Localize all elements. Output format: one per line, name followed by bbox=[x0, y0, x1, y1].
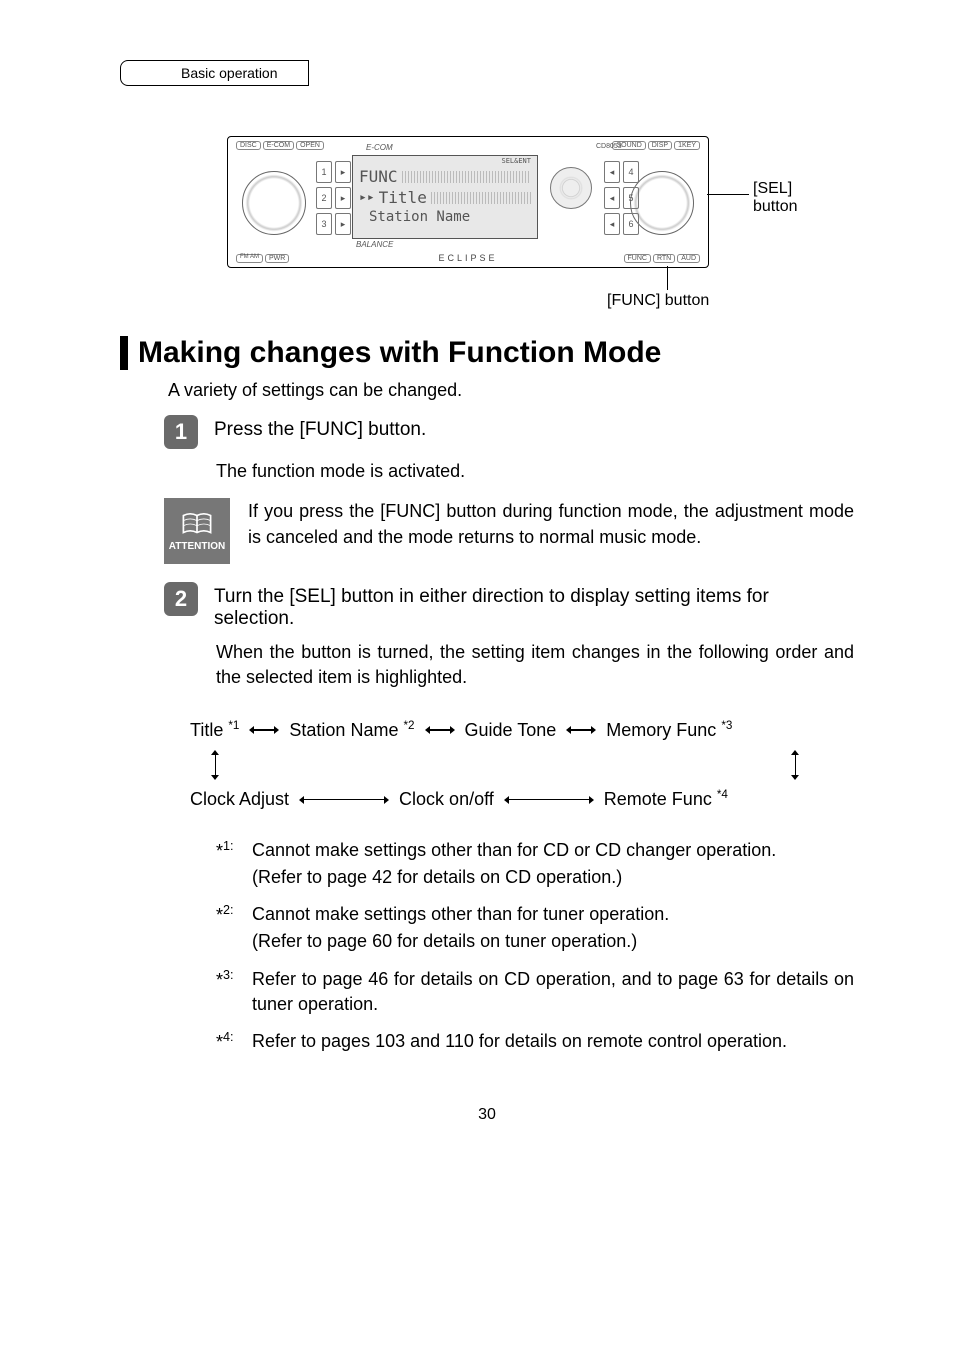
callout-line-icon bbox=[707, 194, 749, 195]
vertical-double-arrow-icon bbox=[790, 750, 800, 780]
screen-station-label: Station Name bbox=[369, 209, 470, 225]
vertical-double-arrow-icon bbox=[210, 750, 220, 780]
section-heading: Making changes with Function Mode bbox=[120, 336, 854, 370]
preset-6: 6 bbox=[623, 213, 639, 235]
double-arrow-icon bbox=[425, 725, 455, 735]
note-2-text-b: (Refer to page 60 for details on tuner o… bbox=[252, 929, 669, 954]
preset-5: 5 bbox=[623, 187, 639, 209]
right-knob-sel bbox=[630, 171, 694, 235]
attention-badge: ATTENTION bbox=[164, 498, 230, 564]
bottom-right-button-cluster: FUNC RTN AUD bbox=[624, 254, 701, 263]
func-button: FUNC bbox=[624, 254, 651, 263]
preset-2: 2 bbox=[316, 187, 332, 209]
flow-item-clock-adjust: Clock Adjust bbox=[190, 780, 289, 820]
flow-item-guide: Guide Tone bbox=[465, 711, 557, 751]
double-arrow-icon bbox=[566, 725, 596, 735]
attention-block: ATTENTION If you press the [FUNC] button… bbox=[164, 498, 854, 564]
preset-1: 1 bbox=[316, 161, 332, 183]
back-arrow-icon: ◂ bbox=[604, 187, 620, 209]
back-arrow-icon: ◂ bbox=[604, 213, 620, 235]
play-arrow-icon: ▸ bbox=[335, 161, 351, 183]
note-3-text: Refer to page 46 for details on CD opera… bbox=[252, 967, 854, 1017]
note-4-text: Refer to pages 103 and 110 for details o… bbox=[252, 1029, 787, 1054]
book-icon bbox=[180, 510, 214, 541]
footnotes: *1: Cannot make settings other than for … bbox=[216, 838, 854, 1056]
top-right-button-cluster: SOUND DISP 1KEY bbox=[612, 141, 700, 150]
bottom-left-button-cluster: FM AM PWR bbox=[236, 254, 289, 263]
aud-button: AUD bbox=[677, 254, 700, 263]
page-number: 30 bbox=[120, 1106, 854, 1124]
step-2-body: When the button is turned, the setting i… bbox=[216, 640, 854, 690]
rtn-button: RTN bbox=[653, 254, 675, 263]
attention-text: If you press the [FUNC] button during fu… bbox=[248, 498, 854, 550]
ecom-label: E-COM bbox=[366, 143, 393, 152]
back-arrow-icon: ◂ bbox=[604, 161, 620, 183]
cursor-icon: ▸▸ bbox=[359, 190, 375, 205]
step-1: 1 Press the [FUNC] button. bbox=[164, 415, 854, 449]
step-2: 2 Turn the [SEL] button in either direct… bbox=[164, 582, 854, 630]
func-callout: [FUNC] button bbox=[607, 292, 709, 310]
intro-text: A variety of settings can be changed. bbox=[168, 380, 854, 401]
preset-3: 3 bbox=[316, 213, 332, 235]
brand-label: ECLIPSE bbox=[438, 253, 497, 263]
attention-label: ATTENTION bbox=[169, 541, 225, 552]
screen-hatch bbox=[402, 171, 531, 183]
callout-line-icon bbox=[667, 266, 668, 290]
play-arrow-icon: ▸ bbox=[335, 213, 351, 235]
top-left-button-cluster: DISC E-COM OPEN bbox=[236, 141, 324, 150]
disp-button: DISP bbox=[648, 141, 672, 150]
step-number-badge: 2 bbox=[164, 582, 198, 616]
play-arrow-icon: ▸ bbox=[335, 187, 351, 209]
note-4-label: *4: bbox=[216, 1029, 246, 1056]
double-arrow-icon bbox=[504, 795, 594, 805]
step-2-title: Turn the [SEL] button in either directio… bbox=[214, 582, 854, 630]
double-arrow-icon bbox=[299, 795, 389, 805]
balance-label: BALANCE bbox=[356, 240, 393, 249]
flow-item-station: Station Name *2 bbox=[289, 711, 414, 751]
flow-item-memory: Memory Func *3 bbox=[606, 711, 732, 751]
double-arrow-icon bbox=[249, 725, 279, 735]
note-1-text-a: Cannot make settings other than for CD o… bbox=[252, 838, 776, 863]
preset-col-right: ◂4 ◂5 ◂6 bbox=[604, 161, 639, 235]
screen-title-label: Title bbox=[379, 188, 427, 207]
screen-hatch bbox=[431, 192, 531, 204]
note-1-label: *1: bbox=[216, 838, 246, 892]
left-knob bbox=[242, 171, 306, 235]
note-2-label: *2: bbox=[216, 902, 246, 956]
pwr-button: PWR bbox=[265, 254, 289, 263]
note-1-text-b: (Refer to page 42 for details on CD oper… bbox=[252, 865, 776, 890]
screen-func-label: FUNC bbox=[359, 167, 398, 186]
disc-icon bbox=[550, 167, 592, 209]
fm-am-button: FM AM bbox=[236, 254, 263, 263]
stereo-faceplate: DISC E-COM OPEN SOUND DISP 1KEY 1▸ 2▸ 3▸… bbox=[227, 136, 709, 268]
model-label: CD8053 bbox=[596, 143, 622, 150]
open-button: OPEN bbox=[296, 141, 324, 150]
step-1-body: The function mode is activated. bbox=[216, 459, 854, 484]
note-2-text-a: Cannot make settings other than for tune… bbox=[252, 902, 669, 927]
flow-diagram: Title *1 Station Name *2 Guide Tone Memo… bbox=[190, 711, 854, 820]
lcd-screen: SEL&ENT FUNC ▸▸ Title Station Name bbox=[352, 155, 538, 239]
sel-callout: [SEL] button bbox=[753, 180, 797, 216]
preset-col-left: 1▸ 2▸ 3▸ bbox=[316, 161, 351, 235]
flow-item-clock-onoff: Clock on/off bbox=[399, 780, 494, 820]
disc-button: DISC bbox=[236, 141, 261, 150]
step-number-badge: 1 bbox=[164, 415, 198, 449]
sel-ent-tag: SEL&ENT bbox=[359, 157, 531, 165]
breadcrumb: Basic operation bbox=[120, 60, 309, 86]
preset-4: 4 bbox=[623, 161, 639, 183]
device-diagram: DISC E-COM OPEN SOUND DISP 1KEY 1▸ 2▸ 3▸… bbox=[227, 136, 747, 306]
flow-item-remote: Remote Func *4 bbox=[604, 780, 728, 820]
one-key-button: 1KEY bbox=[674, 141, 700, 150]
ecom-button: E-COM bbox=[263, 141, 294, 150]
step-1-title: Press the [FUNC] button. bbox=[214, 415, 426, 449]
flow-item-title: Title *1 bbox=[190, 711, 239, 751]
note-3-label: *3: bbox=[216, 967, 246, 1019]
